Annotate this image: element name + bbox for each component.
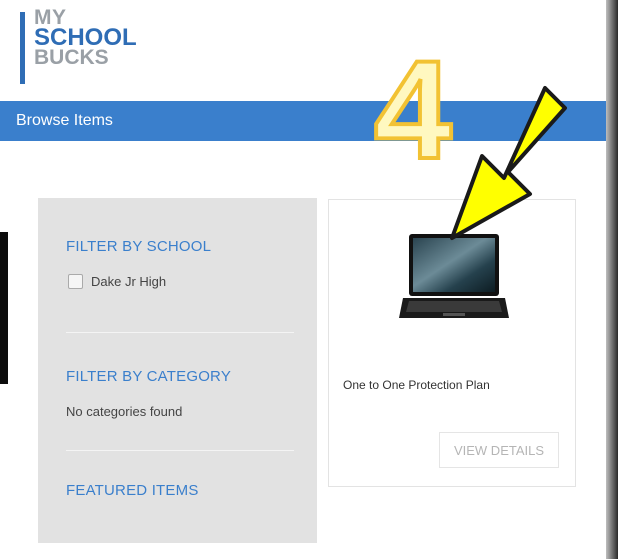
filter-school-option[interactable]: Dake Jr High	[68, 274, 166, 289]
featured-items-link[interactable]: FEATURED ITEMS	[66, 482, 199, 499]
arrow-down-left-icon	[450, 86, 567, 240]
product-name[interactable]: One to One Protection Plan	[343, 378, 490, 392]
school-checkbox[interactable]	[68, 274, 83, 289]
logo-line-3: BUCKS	[34, 46, 109, 69]
no-categories-text: No categories found	[66, 404, 183, 419]
page-title: Browse Items	[16, 112, 113, 129]
page: MY SCHOOL BUCKS Browse Items FILTER BY S…	[0, 0, 608, 559]
filter-divider	[66, 450, 294, 451]
filter-divider	[66, 332, 294, 333]
view-details-button[interactable]: VIEW DETAILS	[439, 432, 559, 468]
logo-line-2: SCHOOL	[34, 24, 137, 51]
filter-category-heading: FILTER BY CATEGORY	[66, 368, 232, 385]
left-edge-artifact	[0, 232, 8, 384]
school-option-label[interactable]: Dake Jr High	[91, 274, 166, 289]
logo-bar	[20, 12, 25, 84]
filter-school-heading: FILTER BY SCHOOL	[66, 238, 212, 255]
filter-panel: FILTER BY SCHOOL Dake Jr High FILTER BY …	[38, 198, 317, 543]
window-edge-shadow	[606, 0, 618, 559]
